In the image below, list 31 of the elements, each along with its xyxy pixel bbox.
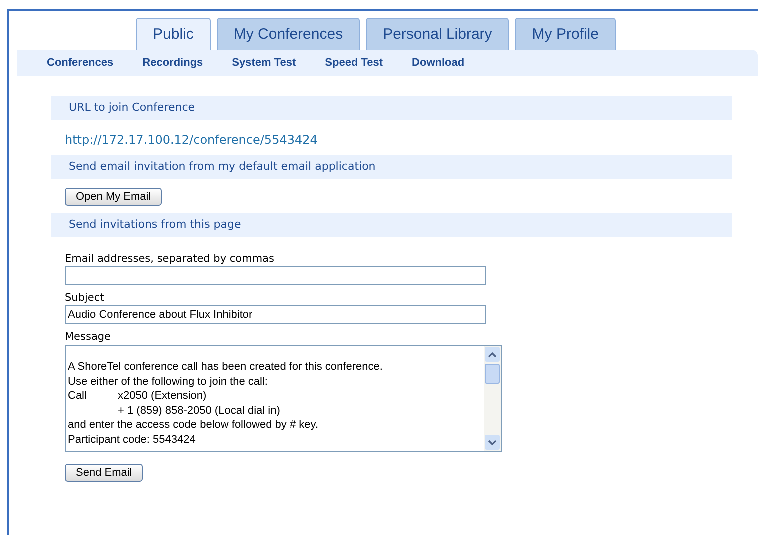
subnav-link[interactable]: Conferences [47,57,114,69]
subnav-link[interactable]: Download [412,57,465,69]
subnav-link[interactable]: Speed Test [325,57,384,69]
message-line: A ShoreTel conference call has been created for this conference. [68,360,384,374]
scrollbar[interactable] [484,346,501,451]
subnav-link[interactable]: Recordings [142,57,204,69]
tab[interactable]: My Profile [515,18,616,50]
message-line: + 1 (859) 858-2050 (Local dial in) [117,404,282,418]
tab[interactable]: Personal Library [366,18,510,50]
message-line: and enter the access code below followed by # key. [68,418,320,432]
send-email-button[interactable]: Send Email [65,464,144,482]
field-label: Email addresses, separated by commas [65,253,276,265]
input-field[interactable] [65,266,486,285]
message-line: Use either of the following to join the call: [68,374,269,389]
section-header: Send email invitation from my default email application [51,155,732,179]
input-field[interactable]: Audio Conference about Flux Inhibitor [65,305,486,324]
open-email-button[interactable]: Open My Email [65,188,162,206]
message-line: Call x2050 (Extension) [68,389,208,404]
field-label: Subject [65,292,106,304]
field-label: Message [65,331,112,343]
scroll-up-icon[interactable] [485,347,500,362]
conference-link[interactable]: http://172.17.100.12/conference/5543424 [65,133,318,147]
scroll-thumb[interactable] [485,364,500,384]
section-header: URL to join Conference [51,96,732,120]
section-header: Send invitations from this page [51,213,732,237]
subnav-link[interactable]: System Test [232,57,296,69]
message-field[interactable] [65,345,502,452]
tab[interactable]: Public [136,18,211,50]
scroll-down-icon[interactable] [485,435,500,450]
message-line: Participant code: 5543424 [68,432,197,447]
tab[interactable]: My Conferences [216,18,360,50]
